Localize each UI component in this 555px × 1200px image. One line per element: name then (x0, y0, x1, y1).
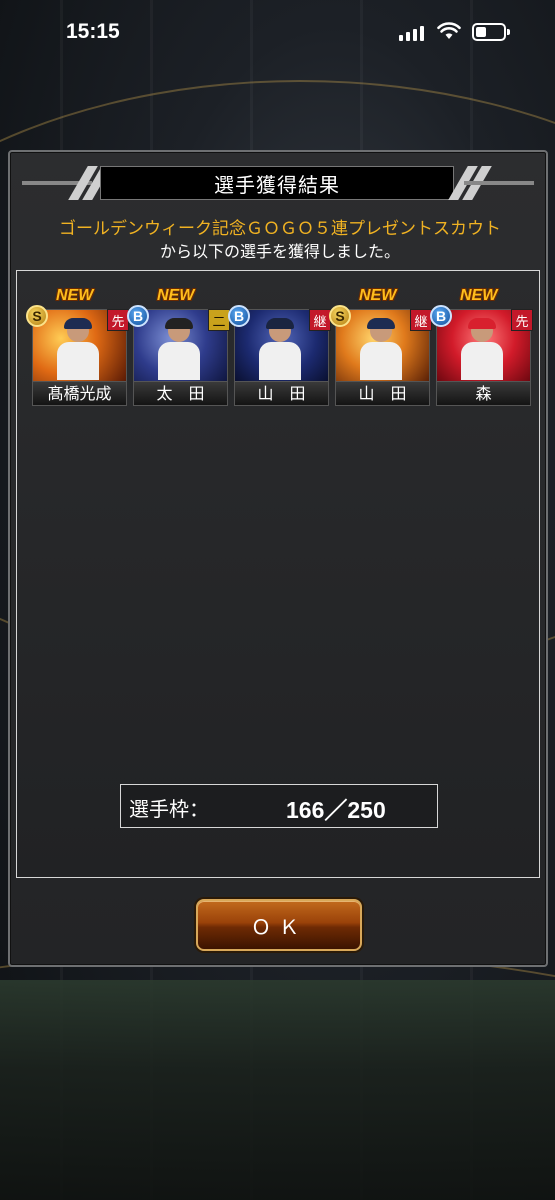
player-card[interactable]: B 継 山 田 (228, 287, 331, 406)
status-bar: 15:15 (0, 0, 555, 62)
position-badge: 継 (410, 309, 432, 331)
clock: 15:15 (66, 20, 120, 43)
scout-name: ゴールデンウィーク記念ＧＯＧＯ５連プレゼントスカウト (59, 219, 501, 239)
roster-slot-count: 166／250 (286, 797, 386, 823)
scout-result-dialog: 選手獲得結果 ゴールデンウィーク記念ＧＯＧＯ５連プレゼントスカウト から以下の選… (8, 150, 548, 967)
player-card[interactable]: NEW B 二 太 田 (127, 287, 230, 406)
dialog-title-bar: 選手獲得結果 (22, 166, 534, 200)
position-badge: 先 (511, 309, 533, 331)
acquired-message: から以下の選手を獲得しました。 (159, 242, 400, 261)
new-badge: NEW (56, 287, 94, 304)
dialog-title: 選手獲得結果 (100, 166, 454, 200)
new-badge: NEW (460, 287, 498, 304)
player-name: 森 (436, 382, 531, 406)
player-name: 髙橋光成 (32, 382, 127, 406)
player-name: 太 田 (133, 382, 228, 406)
battery-icon (472, 23, 510, 41)
position-badge: 継 (309, 309, 331, 331)
player-card-list: NEW S 先 髙橋光成 NEW B 二 太 田 B 継 山 田 NEW S 継… (24, 287, 536, 407)
rank-badge: B (228, 305, 250, 327)
cellular-signal-icon (399, 26, 424, 41)
player-card[interactable]: NEW B 先 森 (430, 287, 533, 406)
rank-badge: S (26, 305, 48, 327)
ok-button[interactable]: ＯＫ (196, 899, 362, 951)
player-name: 山 田 (234, 382, 329, 406)
rank-badge: B (127, 305, 149, 327)
roster-slot-label: 選手枠： (129, 797, 209, 821)
wifi-icon (437, 22, 461, 39)
position-badge: 二 (208, 309, 230, 331)
position-badge: 先 (107, 309, 129, 331)
roster-slot-box: 選手枠： 166／250 (120, 784, 438, 828)
rank-badge: B (430, 305, 452, 327)
rank-badge: S (329, 305, 351, 327)
new-badge: NEW (157, 287, 195, 304)
player-card[interactable]: NEW S 継 山 田 (329, 287, 432, 406)
new-badge: NEW (359, 287, 397, 304)
player-name: 山 田 (335, 382, 430, 406)
player-card[interactable]: NEW S 先 髙橋光成 (26, 287, 129, 406)
